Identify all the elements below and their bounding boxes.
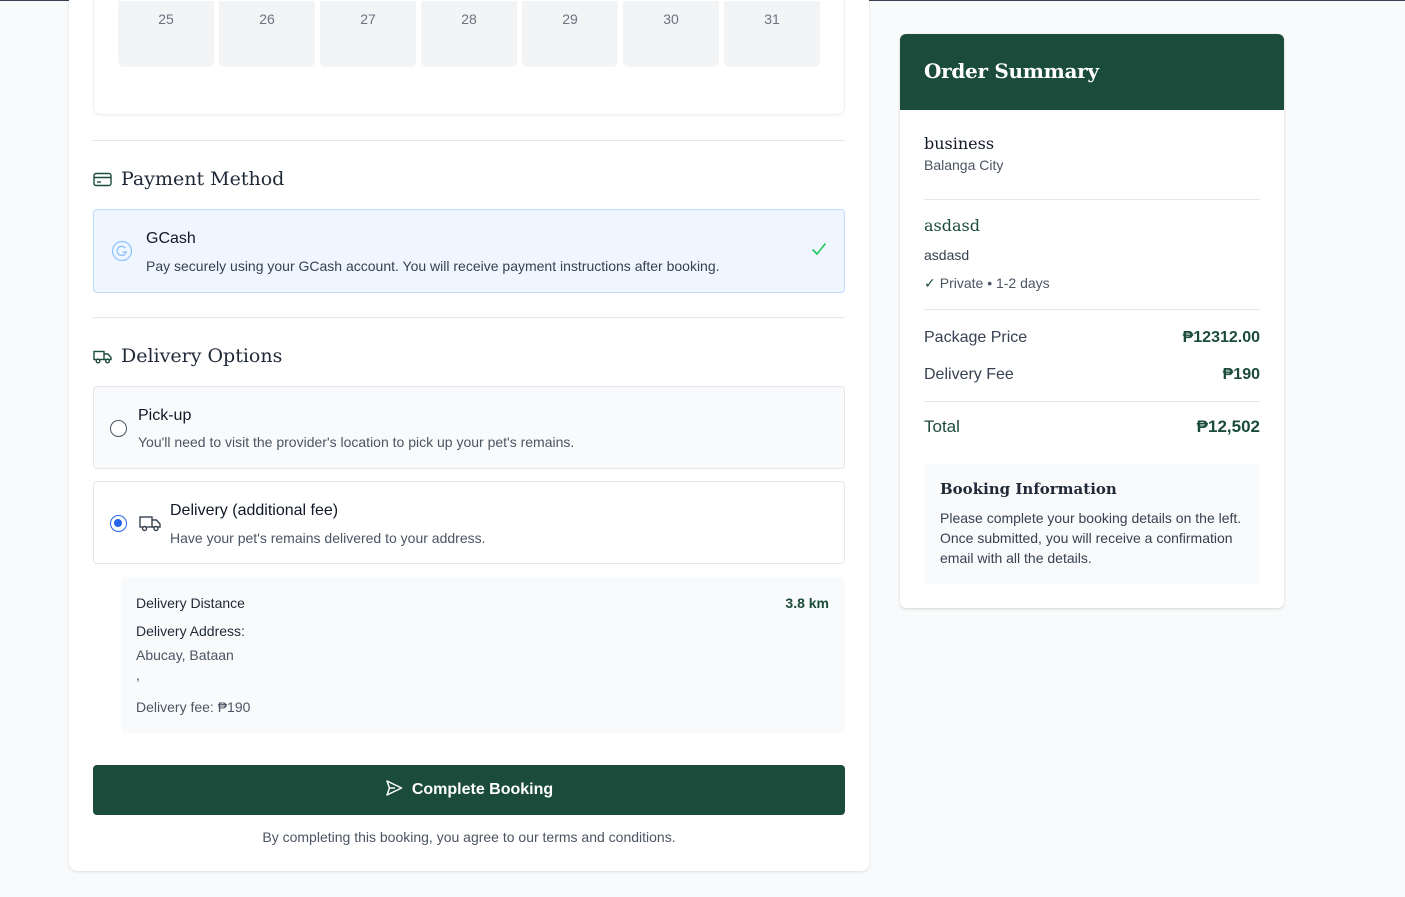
business-name: business bbox=[924, 134, 995, 153]
pickup-description: You'll need to visit the provider's loca… bbox=[138, 434, 575, 450]
credit-card-icon bbox=[93, 172, 112, 187]
payment-section-header: Payment Method bbox=[93, 168, 284, 190]
delivery-section-header: Delivery Options bbox=[93, 345, 282, 367]
gcash-title: GCash bbox=[146, 230, 196, 247]
delivery-title: Delivery (additional fee) bbox=[170, 502, 339, 519]
calendar-day[interactable]: 29 bbox=[522, 1, 618, 67]
calendar-day[interactable]: 26 bbox=[219, 1, 315, 67]
package-description: asdasd bbox=[924, 247, 970, 263]
send-icon bbox=[385, 779, 403, 802]
delivery-address-line: , bbox=[136, 667, 140, 683]
calendar-week-row: 25 26 27 28 29 30 31 bbox=[118, 1, 820, 67]
package-price-label: Package Price bbox=[924, 329, 1028, 346]
calendar-day[interactable]: 27 bbox=[320, 1, 416, 67]
booking-form-card: 25 26 27 28 29 30 31 Payment Method GCas… bbox=[69, 0, 869, 871]
calendar-card: 25 26 27 28 29 30 31 bbox=[93, 0, 845, 115]
summary-divider bbox=[924, 199, 1260, 200]
delivery-details-panel: Delivery Distance 3.8 km Delivery Addres… bbox=[121, 577, 845, 733]
terms-notice: By completing this booking, you agree to… bbox=[262, 829, 676, 845]
truck-icon bbox=[93, 349, 112, 364]
pickup-option[interactable]: Pick-up You'll need to visit the provide… bbox=[93, 386, 845, 469]
booking-information-panel: Booking Information Please complete your… bbox=[924, 464, 1260, 584]
business-city: Balanga City bbox=[924, 157, 1004, 173]
calendar-day[interactable]: 28 bbox=[421, 1, 517, 67]
gcash-icon bbox=[111, 240, 133, 267]
delivery-address-label: Delivery Address: bbox=[136, 623, 245, 639]
payment-section-title: Payment Method bbox=[121, 168, 285, 190]
package-name: asdasd bbox=[924, 216, 980, 235]
gcash-description: Pay securely using your GCash account. Y… bbox=[146, 258, 720, 274]
delivery-description: Have your pet's remains delivered to you… bbox=[170, 530, 486, 546]
summary-divider bbox=[924, 401, 1260, 402]
delivery-distance-value: 3.8 km bbox=[785, 595, 829, 611]
package-price-value: ₱12312.00 bbox=[1182, 329, 1260, 346]
calendar-day[interactable]: 30 bbox=[623, 1, 719, 67]
complete-booking-label: Complete Booking bbox=[411, 781, 554, 798]
gcash-payment-option[interactable]: GCash Pay securely using your GCash acco… bbox=[93, 209, 845, 293]
summary-divider bbox=[924, 309, 1260, 310]
section-divider bbox=[93, 140, 845, 141]
section-divider bbox=[93, 317, 845, 318]
pickup-title: Pick-up bbox=[138, 407, 192, 424]
package-meta: ✓ Private • 1-2 days bbox=[924, 275, 1050, 292]
calendar-day[interactable]: 25 bbox=[118, 1, 214, 67]
calendar-day[interactable]: 31 bbox=[724, 1, 820, 67]
delivery-fee-label: Delivery Fee bbox=[924, 366, 1014, 383]
delivery-fee-note: Delivery fee: ₱190 bbox=[136, 699, 251, 715]
delivery-option[interactable]: Delivery (additional fee) Have your pet'… bbox=[93, 481, 845, 564]
booking-information-title: Booking Information bbox=[940, 480, 1117, 498]
check-icon bbox=[811, 242, 827, 261]
truck-icon bbox=[139, 514, 161, 537]
package-meta-text: Private • 1-2 days bbox=[939, 275, 1050, 291]
delivery-fee-value: ₱190 bbox=[1222, 366, 1260, 383]
booking-information-text: Please complete your booking details on … bbox=[940, 510, 1242, 566]
complete-booking-button[interactable]: Complete Booking bbox=[93, 765, 845, 815]
order-summary-card: Order Summary business Balanga City asda… bbox=[900, 34, 1284, 608]
total-value: ₱12,502 bbox=[1196, 417, 1260, 436]
total-label: Total bbox=[924, 417, 960, 436]
delivery-address-line: Abucay, Bataan bbox=[136, 647, 234, 663]
pickup-radio[interactable] bbox=[110, 420, 127, 437]
delivery-section-title: Delivery Options bbox=[121, 345, 283, 367]
checkmark-icon: ✓ bbox=[924, 275, 936, 291]
order-summary-title: Order Summary bbox=[900, 34, 1284, 110]
delivery-radio[interactable] bbox=[110, 515, 127, 532]
delivery-distance-label: Delivery Distance bbox=[136, 595, 245, 611]
